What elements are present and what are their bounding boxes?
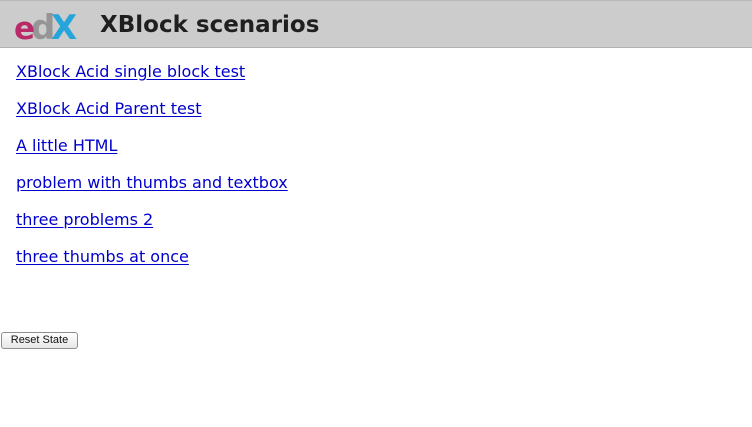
scenario-link[interactable]: XBlock Acid Parent test [16, 99, 202, 118]
list-item: XBlock Acid single block test [16, 61, 288, 98]
reset-state-button[interactable]: Reset State [1, 332, 78, 349]
page-title: XBlock scenarios [100, 12, 320, 38]
scenario-link[interactable]: three problems 2 [16, 210, 153, 229]
scenario-link[interactable]: XBlock Acid single block test [16, 62, 245, 81]
svg-text:X: X [51, 8, 77, 43]
svg-text:e: e [15, 11, 35, 43]
list-item: problem with thumbs and textbox [16, 172, 288, 209]
list-item: three thumbs at once [16, 246, 288, 283]
scenario-link[interactable]: three thumbs at once [16, 247, 189, 266]
list-item: XBlock Acid Parent test [16, 98, 288, 135]
page-header: d e X XBlock scenarios [0, 0, 752, 48]
edx-logo: d e X [15, 8, 77, 43]
scenario-link[interactable]: A little HTML [16, 136, 117, 155]
list-item: A little HTML [16, 135, 288, 172]
list-item: three problems 2 [16, 209, 288, 246]
scenario-list: XBlock Acid single block test XBlock Aci… [16, 61, 288, 283]
scenario-link[interactable]: problem with thumbs and textbox [16, 173, 288, 192]
